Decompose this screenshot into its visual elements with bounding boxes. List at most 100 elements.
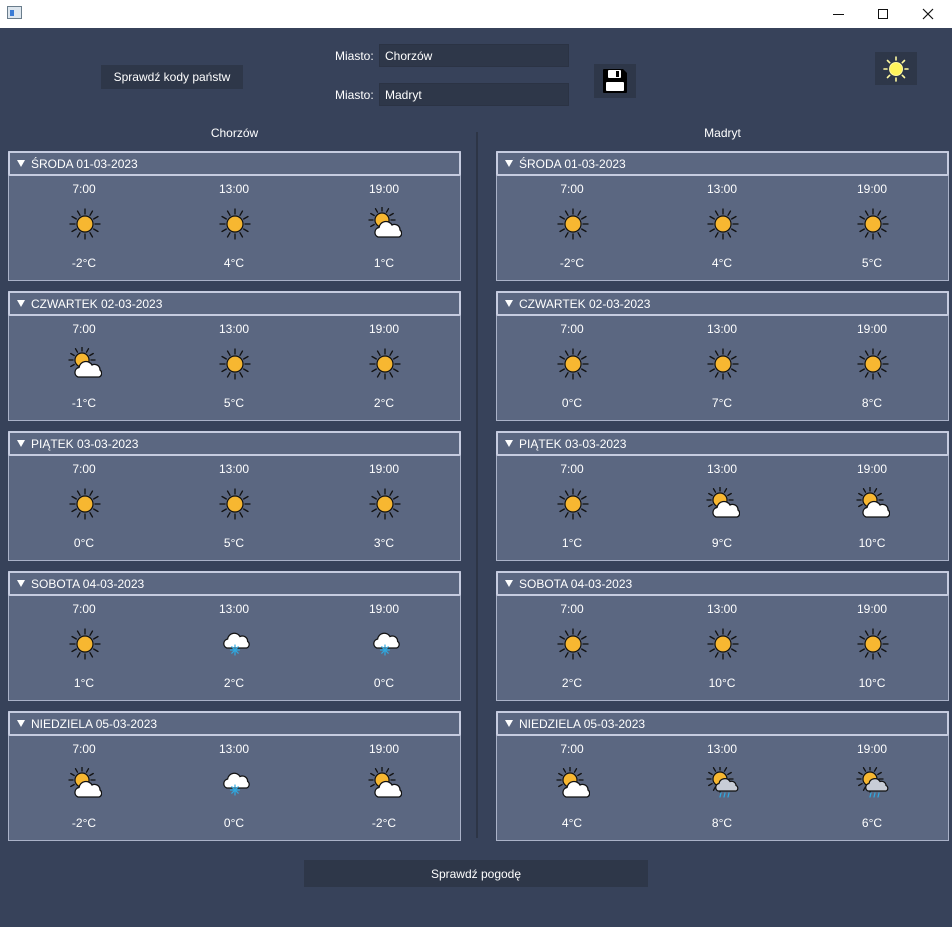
forecast-slot: 13:00 5°C <box>204 456 264 561</box>
forecast-time: 7:00 <box>560 742 584 756</box>
forecast-temperature: 0°C <box>561 396 583 410</box>
forecast-slot: 19:00 1°C <box>354 176 414 281</box>
forecast-temperature: 8°C <box>861 396 883 410</box>
day-header[interactable]: CZWARTEK 02-03-2023 <box>8 291 461 316</box>
forecast-time: 19:00 <box>856 462 888 476</box>
day-header[interactable]: CZWARTEK 02-03-2023 <box>496 291 949 316</box>
forecast-time: 13:00 <box>706 322 738 336</box>
forecast-slot: 7:00 -2°C <box>54 736 114 841</box>
day-header[interactable]: ŚRODA 01-03-2023 <box>8 151 461 176</box>
snow-icon <box>218 627 252 661</box>
sun-icon <box>218 207 252 241</box>
day-header[interactable]: PIĄTEK 03-03-2023 <box>8 431 461 456</box>
collapse-arrow-icon <box>17 160 25 167</box>
forecast-time: 7:00 <box>560 602 584 616</box>
forecast-time: 19:00 <box>368 322 400 336</box>
collapse-arrow-icon <box>505 160 513 167</box>
day-header[interactable]: SOBOTA 04-03-2023 <box>8 571 461 596</box>
collapse-arrow-icon <box>505 580 513 587</box>
sun-icon <box>68 487 102 521</box>
forecast-slot: 13:00 2°C <box>204 596 264 701</box>
close-button[interactable] <box>905 0 951 28</box>
forecast-time: 7:00 <box>72 182 96 196</box>
day-header[interactable]: ŚRODA 01-03-2023 <box>496 151 949 176</box>
partly-cloudy-icon <box>68 346 103 381</box>
collapse-arrow-icon <box>17 580 25 587</box>
forecast-time: 7:00 <box>560 462 584 476</box>
minimize-button[interactable] <box>815 0 861 28</box>
forecast-slot: 19:00 10°C <box>842 596 902 701</box>
forecast-temperature: 7°C <box>711 396 733 410</box>
forecast-temperature: -2°C <box>71 256 97 270</box>
column-title-city1: Chorzów <box>210 126 259 140</box>
theme-toggle-button[interactable] <box>875 52 917 85</box>
forecast-time: 7:00 <box>72 602 96 616</box>
day-title: NIEDZIELA 05-03-2023 <box>31 716 158 731</box>
sun-icon <box>706 347 740 381</box>
sun-icon <box>856 347 890 381</box>
day-header[interactable]: PIĄTEK 03-03-2023 <box>496 431 949 456</box>
day-header[interactable]: SOBOTA 04-03-2023 <box>496 571 949 596</box>
check-weather-button[interactable]: Sprawdź pogodę <box>304 860 648 887</box>
snow-icon <box>218 767 252 801</box>
maximize-button[interactable] <box>860 0 906 28</box>
sun-icon <box>556 207 590 241</box>
forecast-temperature: -2°C <box>71 816 97 830</box>
day-title: CZWARTEK 02-03-2023 <box>31 296 163 311</box>
forecast-slot: 13:00 4°C <box>692 176 752 281</box>
sun-icon <box>706 207 740 241</box>
save-button[interactable] <box>594 64 636 98</box>
forecast-temperature: 10°C <box>858 536 886 550</box>
forecast-temperature: 8°C <box>711 816 733 830</box>
forecast-temperature: -2°C <box>371 816 397 830</box>
forecast-slot: 7:00 -1°C <box>54 316 114 421</box>
day-panel: SOBOTA 04-03-2023 7:00 2°C 13:00 10°C 19… <box>496 571 949 701</box>
forecast-temperature: 1°C <box>73 676 95 690</box>
forecast-temperature: 3°C <box>373 536 395 550</box>
forecast-slot: 7:00 -2°C <box>542 176 602 281</box>
forecast-time: 19:00 <box>368 602 400 616</box>
city1-input[interactable] <box>379 44 569 67</box>
city2-input[interactable] <box>379 83 569 106</box>
forecast-temperature: 0°C <box>73 536 95 550</box>
city2-label: Miasto: <box>335 88 374 102</box>
forecast-temperature: 10°C <box>858 676 886 690</box>
maximize-icon <box>878 9 888 19</box>
day-panel: PIĄTEK 03-03-2023 7:00 1°C 13:00 9°C 19:… <box>496 431 949 561</box>
sun-icon <box>68 207 102 241</box>
forecast-slot: 13:00 7°C <box>692 316 752 421</box>
app-icon <box>7 6 22 19</box>
forecast-temperature: 4°C <box>223 256 245 270</box>
sun-icon <box>218 347 252 381</box>
forecast-temperature: 4°C <box>561 816 583 830</box>
forecast-temperature: 2°C <box>223 676 245 690</box>
forecast-time: 7:00 <box>72 322 96 336</box>
forecast-slot: 19:00 2°C <box>354 316 414 421</box>
day-title: CZWARTEK 02-03-2023 <box>519 296 651 311</box>
forecast-temperature: 5°C <box>223 396 245 410</box>
collapse-arrow-icon <box>505 720 513 727</box>
forecast-temperature: -1°C <box>71 396 97 410</box>
check-country-codes-button[interactable]: Sprawdź kody państw <box>101 65 243 89</box>
partly-cloudy-icon <box>706 486 741 521</box>
forecast-time: 13:00 <box>218 462 250 476</box>
collapse-arrow-icon <box>17 300 25 307</box>
collapse-arrow-icon <box>505 300 513 307</box>
forecast-slot: 7:00 1°C <box>54 596 114 701</box>
forecast-temperature: 2°C <box>561 676 583 690</box>
forecast-slot: 19:00 8°C <box>842 316 902 421</box>
forecast-slot: 7:00 1°C <box>542 456 602 561</box>
forecast-temperature: 4°C <box>711 256 733 270</box>
sun-icon <box>368 347 402 381</box>
day-panel: CZWARTEK 02-03-2023 7:00 0°C 13:00 7°C 1… <box>496 291 949 421</box>
forecast-time: 7:00 <box>560 182 584 196</box>
sun-icon <box>68 627 102 661</box>
forecast-time: 13:00 <box>218 182 250 196</box>
day-title: PIĄTEK 03-03-2023 <box>31 436 139 451</box>
day-panel: CZWARTEK 02-03-2023 7:00 -1°C 13:00 5°C … <box>8 291 461 421</box>
day-header[interactable]: NIEDZIELA 05-03-2023 <box>496 711 949 736</box>
day-header[interactable]: NIEDZIELA 05-03-2023 <box>8 711 461 736</box>
day-title: NIEDZIELA 05-03-2023 <box>519 716 646 731</box>
forecast-temperature: 10°C <box>708 676 736 690</box>
forecast-time: 13:00 <box>706 462 738 476</box>
